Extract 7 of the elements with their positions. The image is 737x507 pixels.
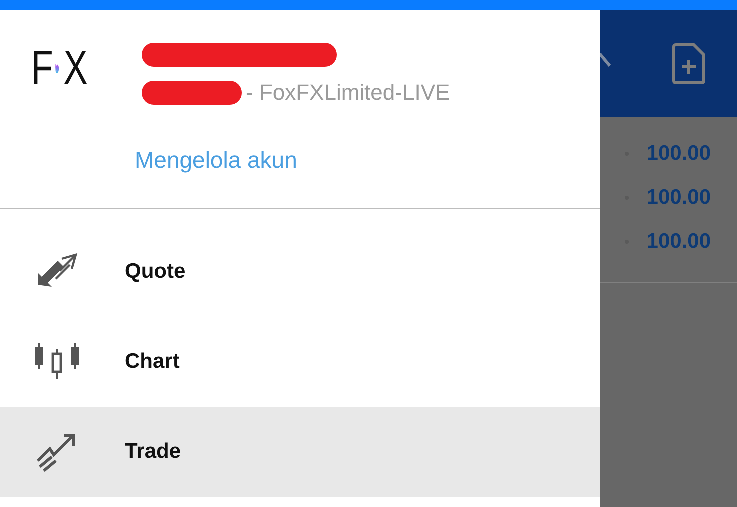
- volume-value: 100.00: [646, 141, 711, 168]
- volume-value: 100.00: [646, 229, 711, 256]
- menu-item[interactable]: Trade: [0, 407, 600, 497]
- new-document-icon[interactable]: [671, 42, 707, 84]
- server-name: - FoxFXLimited-LIVE: [246, 79, 450, 107]
- volume-value: 100.00: [646, 185, 711, 212]
- logo: F X: [30, 41, 88, 97]
